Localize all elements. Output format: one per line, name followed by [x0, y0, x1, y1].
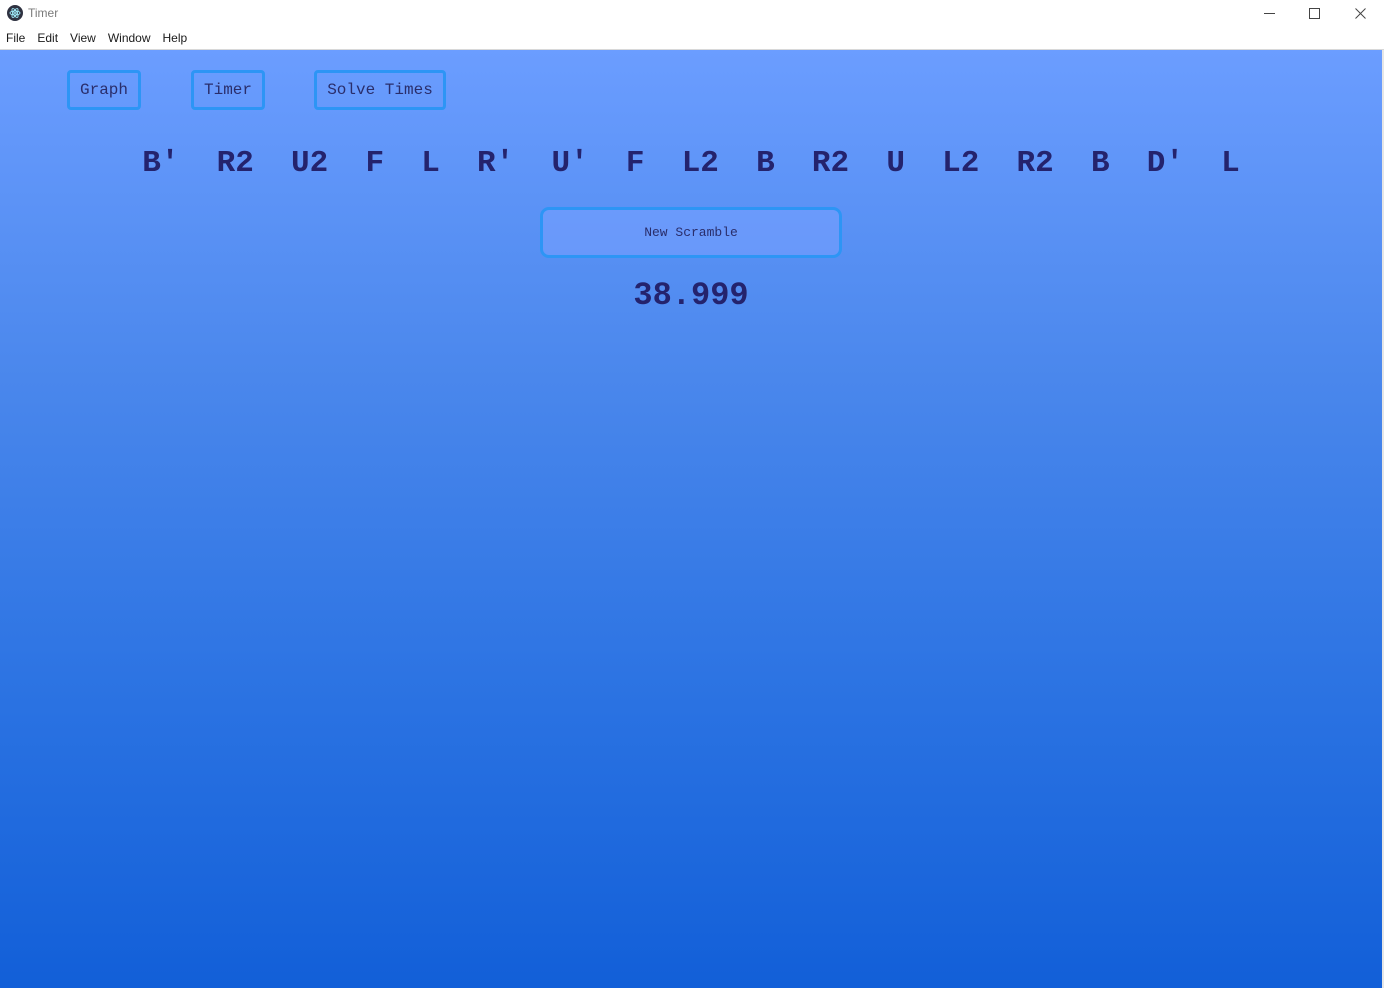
close-button[interactable] [1337, 0, 1383, 27]
maximize-icon [1308, 8, 1320, 19]
scramble-sequence: B' R2 U2 F L R' U' F L2 B R2 U L2 R2 B D… [142, 146, 1240, 181]
window-title: Timer [28, 6, 59, 20]
graph-button[interactable]: Graph [67, 70, 141, 110]
timer-display: 38.999 [633, 277, 749, 314]
minimize-icon [1263, 13, 1275, 14]
menu-edit[interactable]: Edit [31, 27, 64, 49]
menu-bar: File Edit View Window Help [0, 27, 1384, 50]
menu-help[interactable]: Help [157, 27, 194, 49]
new-scramble-button[interactable]: New Scramble [540, 207, 842, 258]
title-bar[interactable]: Timer [0, 0, 1384, 27]
maximize-button[interactable] [1291, 0, 1337, 27]
electron-atom-icon [7, 5, 23, 21]
timer-button[interactable]: Timer [191, 70, 265, 110]
close-icon [1354, 8, 1366, 19]
app-window: Timer File Edit View Window Help Graph T… [0, 0, 1384, 988]
menu-view[interactable]: View [64, 27, 102, 49]
menu-window[interactable]: Window [102, 27, 157, 49]
solve-times-button[interactable]: Solve Times [314, 70, 446, 110]
main-content: Graph Timer Solve Times B' R2 U2 F L R' … [0, 50, 1384, 988]
minimize-button[interactable] [1246, 0, 1292, 27]
menu-file[interactable]: File [0, 27, 31, 49]
